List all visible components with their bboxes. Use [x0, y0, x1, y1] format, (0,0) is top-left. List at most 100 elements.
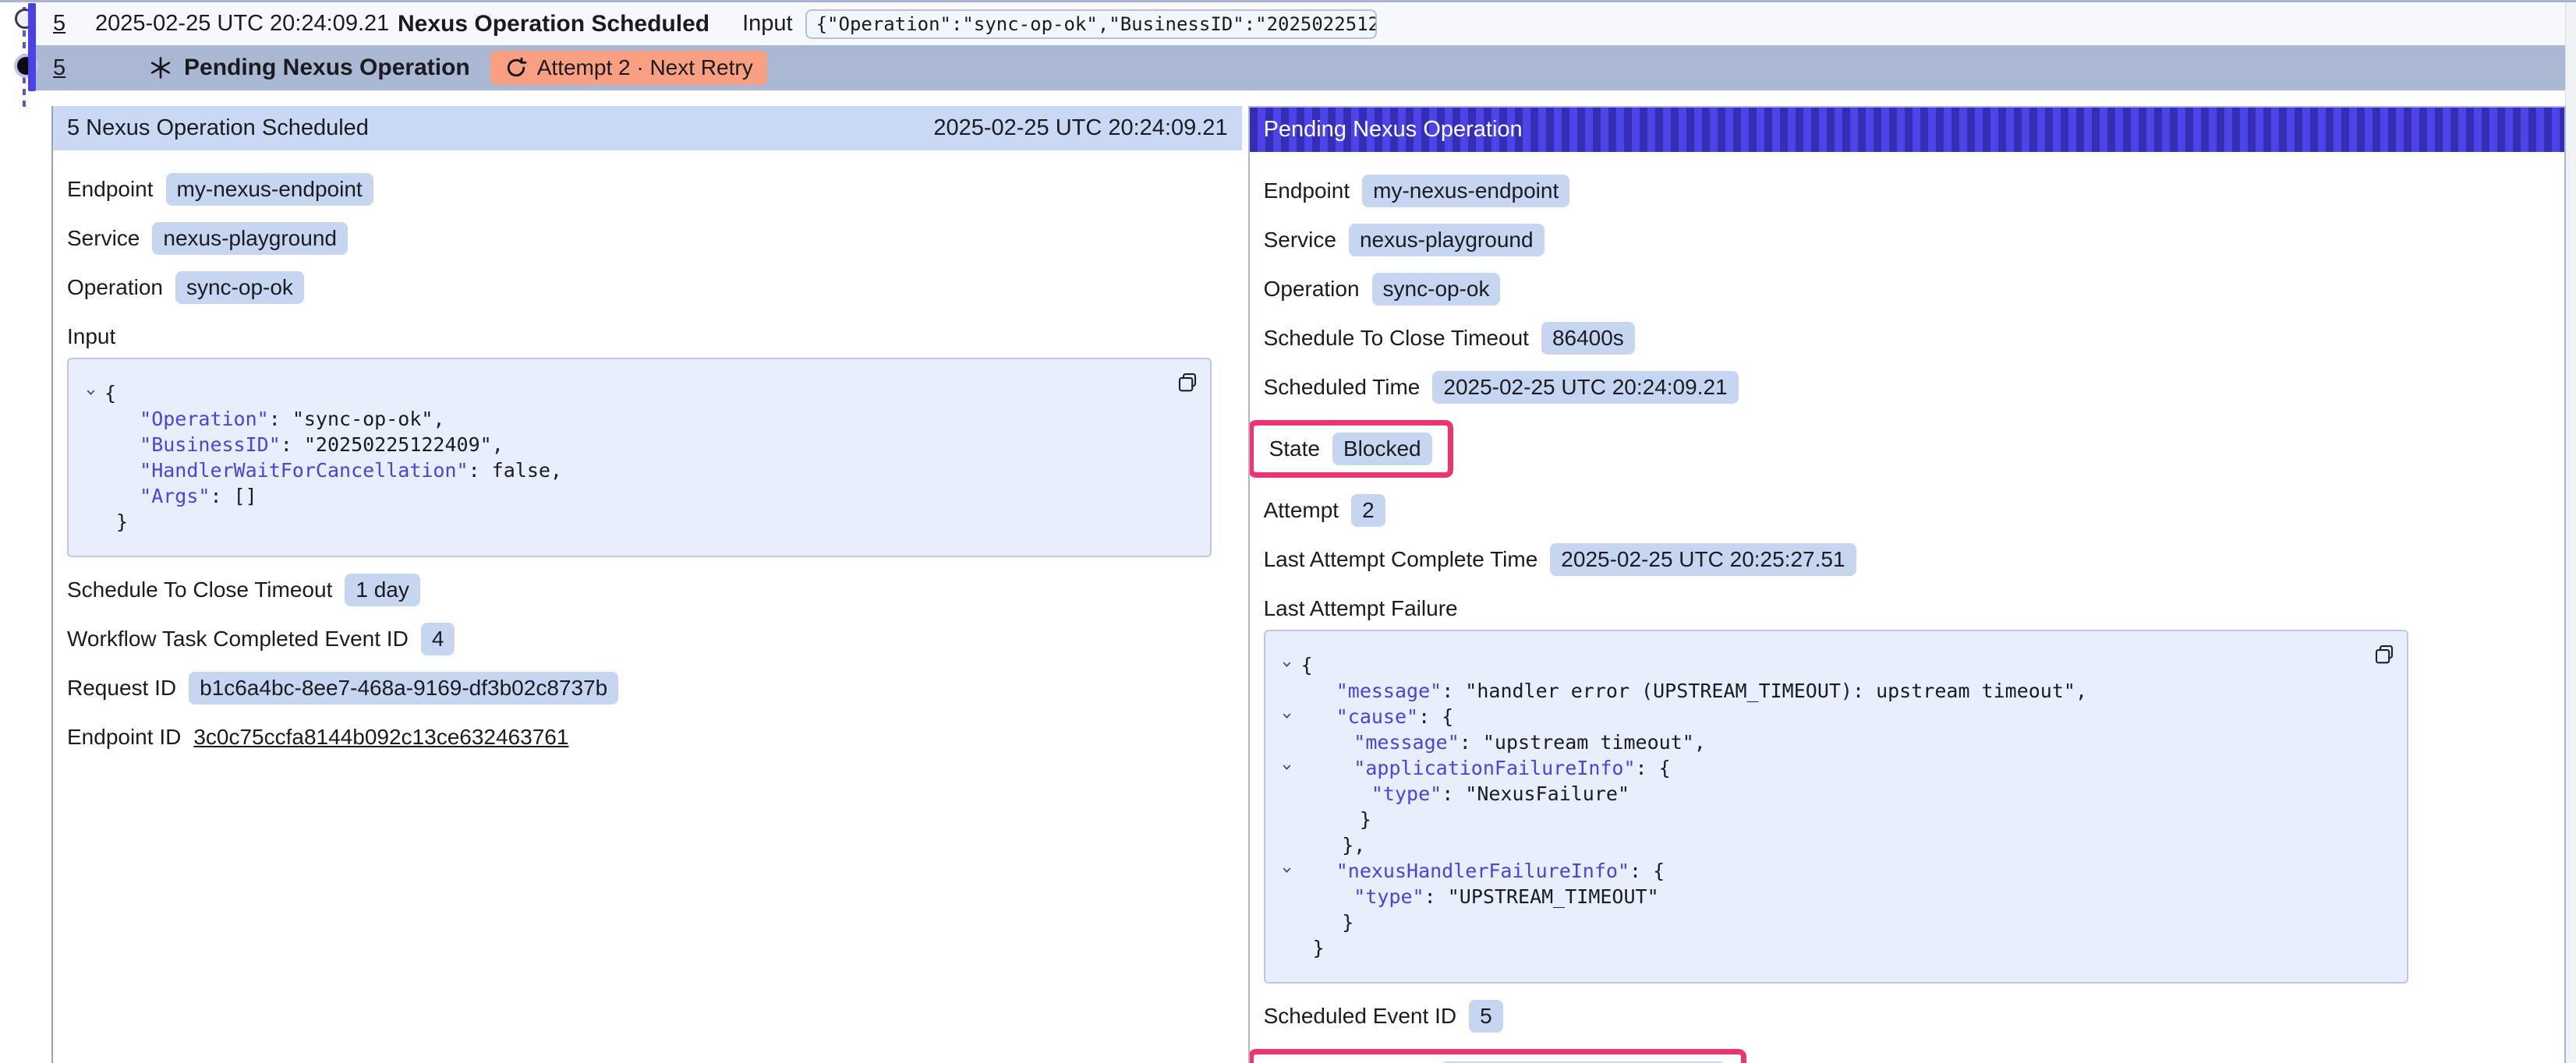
- field-label-workflow-task-completed-event-id: Workflow Task Completed Event ID: [67, 627, 409, 652]
- field-row-last-attempt-complete-time: Last Attempt Complete Time2025-02-25 UTC…: [1264, 543, 2550, 576]
- code-text: }: [1301, 807, 1371, 832]
- code-text: {: [104, 380, 116, 406]
- copy-icon[interactable]: [2373, 642, 2396, 666]
- field-row-service: Service nexus-playground: [1264, 224, 2550, 256]
- field-value-badge-service: nexus-playground: [152, 222, 348, 255]
- collapse-chevron-icon[interactable]: [1273, 858, 1301, 884]
- field-value-badge-schedule-to-close-timeout: 86400s: [1541, 322, 1635, 355]
- field-row-request-id: Request ID b1c6a4bc-8ee7-468a-9169-df3b02…: [67, 672, 1228, 705]
- field-label-operation: Operation: [1264, 277, 1360, 302]
- panel-title: 5 Nexus Operation Scheduled: [67, 115, 369, 141]
- code-line: "nexusHandlerFailureInfo": {: [1273, 858, 2360, 884]
- field-row-attempt: Attempt2: [1264, 494, 2550, 527]
- event-id-link[interactable]: 5: [53, 11, 80, 37]
- code-line: "cause": {: [1273, 704, 2360, 729]
- pending-panel-body: Endpointmy-nexus-endpointServicenexus-pl…: [1250, 152, 2564, 1063]
- code-text: "BusinessID": "20250225122409",: [104, 432, 504, 457]
- field-value-badge-state: Blocked: [1332, 433, 1432, 465]
- code-line: }: [76, 509, 1163, 535]
- event-detail-label: Input: [742, 11, 793, 37]
- field-label-scheduled-time: Scheduled Time: [1264, 375, 1421, 400]
- code-text: }: [1301, 935, 1325, 961]
- code-line: "Operation": "sync-op-ok",: [76, 406, 1163, 432]
- field-label-schedule-to-close-timeout: Schedule To Close Timeout: [67, 577, 332, 602]
- code-text: "message": "handler error (UPSTREAM_TIME…: [1301, 678, 2087, 704]
- event-history-rows: 5 2025-02-25 UTC 20:24:09.21 Nexus Opera…: [36, 2, 2566, 90]
- field-row-workflow-task-completed-event-id: Workflow Task Completed Event ID 4: [67, 623, 1228, 655]
- code-text: "nexusHandlerFailureInfo": {: [1301, 858, 1665, 884]
- pending-panel-header: Pending Nexus Operation: [1250, 108, 2564, 152]
- event-row-scheduled[interactable]: 5 2025-02-25 UTC 20:24:09.21 Nexus Opera…: [36, 2, 2566, 45]
- code-text: }: [1301, 909, 1354, 935]
- page-scrollbar[interactable]: [2565, 2, 2576, 1063]
- code-line: "message": "handler error (UPSTREAM_TIME…: [1273, 678, 2360, 704]
- code-gutter: [1273, 935, 1301, 961]
- code-gutter: [1273, 807, 1301, 832]
- field-value-badge-workflow-task-completed-event-id: 4: [421, 623, 455, 655]
- panel-timestamp: 2025-02-25 UTC 20:24:09.21: [933, 115, 1227, 141]
- field-row-state: State Blocked: [1264, 420, 2550, 478]
- timeline-active-bar: [28, 3, 36, 91]
- code-gutter: [76, 509, 104, 535]
- field-value-badge-service: nexus-playground: [1349, 224, 1545, 256]
- code-text: }: [104, 509, 128, 535]
- field-row-schedule-to-close-timeout: Schedule To Close Timeout 86400s: [1264, 322, 2550, 355]
- field-row-scheduled-time: Scheduled Time 2025-02-25 UTC 20:24:09.21: [1264, 371, 2550, 404]
- field-label-input: Input: [67, 324, 115, 349]
- field-label-last-attempt-complete-time: Last Attempt Complete Time: [1264, 547, 1538, 572]
- event-id-link[interactable]: 5: [53, 55, 80, 81]
- code-text: "Args": []: [104, 483, 257, 509]
- collapse-chevron-icon[interactable]: [76, 380, 104, 406]
- field-value-badge-scheduled-time: 2025-02-25 UTC 20:24:09.21: [1432, 371, 1738, 404]
- collapse-chevron-icon[interactable]: [1273, 704, 1301, 729]
- code-line: "HandlerWaitForCancellation": false,: [76, 457, 1163, 483]
- code-text: "applicationFailureInfo": {: [1301, 755, 1671, 781]
- code-gutter: [1273, 832, 1301, 858]
- field-label-endpoint-id: Endpoint ID: [67, 725, 181, 750]
- field-label-schedule-to-close-timeout: Schedule To Close Timeout: [1264, 326, 1529, 351]
- event-row-pending[interactable]: 5 Pending Nexus Operation Attempt 2 · Ne…: [36, 45, 2566, 90]
- annotation-highlight-blocked-reason: Blocked ReasonThe circuit breaker is ope…: [1248, 1049, 1747, 1063]
- field-row-schedule-to-close-timeout: Schedule To Close Timeout1 day: [67, 574, 1228, 606]
- copy-icon[interactable]: [1176, 370, 1199, 394]
- event-timeline: [0, 2, 36, 111]
- code-gutter: [1273, 678, 1301, 704]
- field-row-service: Servicenexus-playground: [67, 222, 1228, 255]
- code-line: },: [1273, 832, 2360, 858]
- event-title: Nexus Operation Scheduled: [398, 11, 709, 37]
- code-text: "type": "NexusFailure": [1301, 781, 1629, 807]
- code-text: "message": "upstream timeout",: [1301, 729, 1706, 755]
- collapse-chevron-icon[interactable]: [1273, 755, 1301, 781]
- attempt-badge-label: Attempt 2 · Next Retry: [537, 55, 753, 80]
- field-value-link-endpoint-id[interactable]: 3c0c75ccfa8144b092c13ce632463761: [193, 725, 568, 750]
- scheduled-panel-body: Endpointmy-nexus-endpointServicenexus-pl…: [53, 150, 1242, 776]
- code-line: }: [1273, 909, 2360, 935]
- code-text: "type": "UPSTREAM_TIMEOUT": [1301, 884, 1659, 909]
- event-input-preview[interactable]: {"Operation":"sync-op-ok","BusinessID":"…: [805, 9, 1377, 39]
- field-label-service: Service: [1264, 228, 1336, 253]
- code-text: {: [1301, 652, 1313, 678]
- event-detail-panels: 5 Nexus Operation Scheduled 2025-02-25 U…: [51, 106, 2566, 1063]
- field-value-badge-operation: sync-op-ok: [175, 271, 304, 304]
- field-label-request-id: Request ID: [67, 676, 176, 701]
- code-gutter: [1273, 909, 1301, 935]
- code-line: "Args": []: [76, 483, 1163, 509]
- code-gutter: [76, 432, 104, 457]
- event-title: Pending Nexus Operation: [184, 55, 470, 81]
- collapse-chevron-icon[interactable]: [1273, 652, 1301, 678]
- json-viewer-input: {"Operation": "sync-op-ok","BusinessID":…: [67, 358, 1212, 557]
- field-label-operation: Operation: [67, 275, 163, 300]
- code-line: {: [76, 380, 1163, 406]
- code-line: "type": "UPSTREAM_TIMEOUT": [1273, 884, 2360, 909]
- field-label-state: State: [1269, 436, 1320, 461]
- code-text: "HandlerWaitForCancellation": false,: [104, 457, 562, 483]
- code-gutter: [1273, 729, 1301, 755]
- panel-nexus-operation-scheduled: 5 Nexus Operation Scheduled 2025-02-25 U…: [51, 106, 1242, 1063]
- code-line: }: [1273, 935, 2360, 961]
- attempt-badge: Attempt 2 · Next Retry: [490, 51, 767, 85]
- field-row-operation: Operationsync-op-ok: [1264, 273, 2550, 305]
- field-value-badge-request-id: b1c6a4bc-8ee7-468a-9169-df3b02c8737b: [189, 672, 618, 705]
- event-time: 2025-02-25 UTC 20:24:09.21: [95, 11, 398, 37]
- field-label-scheduled-event-id: Scheduled Event ID: [1264, 1004, 1457, 1029]
- panel-pending-nexus-operation: Pending Nexus Operation Endpointmy-nexus…: [1248, 106, 2566, 1063]
